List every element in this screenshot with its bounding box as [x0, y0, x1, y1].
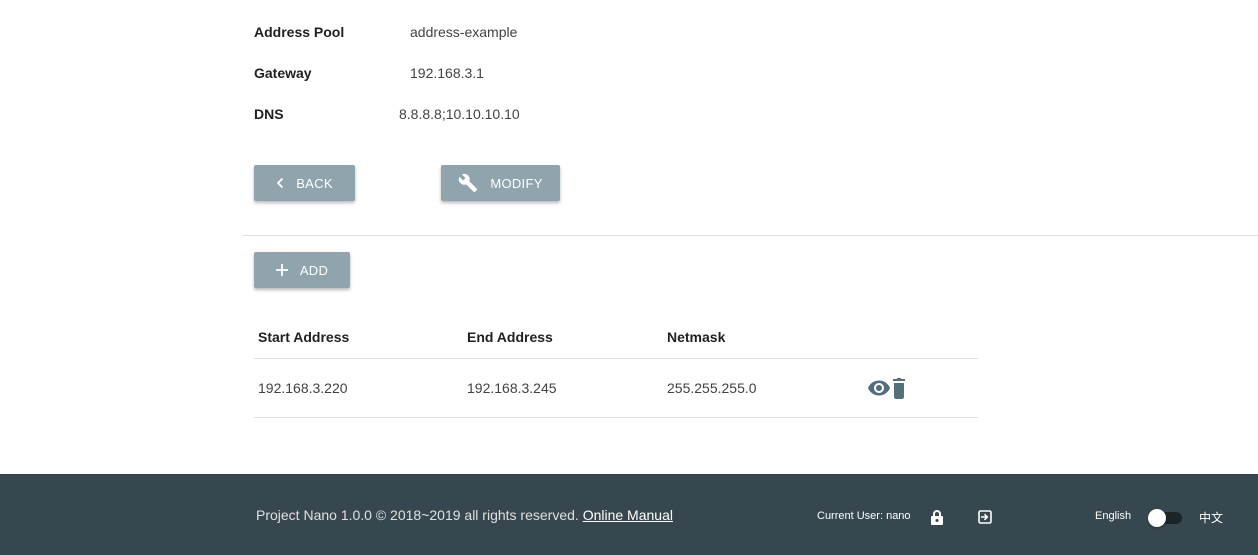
dns-row: DNS 8.8.8.8;10.10.10.10	[254, 104, 520, 124]
logout-icon[interactable]	[977, 509, 993, 530]
address-pool-label: Address Pool	[254, 24, 345, 40]
dns-label: DNS	[254, 106, 284, 122]
chevron-left-icon	[276, 177, 284, 189]
modify-button-label: MODIFY	[490, 175, 543, 191]
plus-icon	[275, 264, 288, 276]
modify-button[interactable]: MODIFY	[441, 165, 560, 201]
header-netmask: Netmask	[667, 329, 726, 345]
back-button-label: BACK	[296, 175, 333, 191]
cell-actions	[867, 376, 978, 400]
copyright-text: Project Nano 1.0.0 © 2018~2019 all right…	[256, 507, 673, 523]
language-toggle[interactable]	[1148, 509, 1184, 527]
table-header: Start Address End Address Netmask	[254, 316, 978, 359]
header-end-address: End Address	[467, 329, 553, 345]
copyright-label: Project Nano 1.0.0 © 2018~2019 all right…	[256, 507, 583, 523]
cell-end-address: 192.168.3.245	[467, 380, 557, 396]
language-toggle-thumb	[1148, 509, 1166, 527]
add-button[interactable]: ADD	[254, 252, 350, 288]
section-divider	[242, 235, 1258, 236]
dns-value: 8.8.8.8;10.10.10.10	[399, 106, 520, 122]
cell-start-address: 192.168.3.220	[258, 380, 348, 396]
online-manual-link[interactable]: Online Manual	[583, 507, 673, 523]
header-start-address: Start Address	[258, 329, 350, 345]
cell-netmask: 255.255.255.0	[667, 380, 757, 396]
address-pool-value: address-example	[410, 24, 518, 40]
current-user-label: Current User: nano	[817, 510, 911, 522]
gateway-value: 192.168.3.1	[410, 65, 484, 81]
gateway-row: Gateway 192.168.3.1	[254, 63, 484, 83]
eye-icon[interactable]	[867, 376, 891, 400]
address-pool-row: Address Pool address-example	[254, 22, 517, 42]
wrench-icon	[458, 173, 478, 193]
table-row: 192.168.3.220 192.168.3.245 255.255.255.…	[254, 359, 978, 418]
gateway-label: Gateway	[254, 65, 312, 81]
add-button-label: ADD	[299, 262, 329, 278]
back-button[interactable]: BACK	[254, 165, 355, 201]
address-range-table: Start Address End Address Netmask 192.16…	[254, 316, 978, 418]
lock-icon[interactable]	[930, 509, 944, 530]
trash-icon[interactable]	[891, 377, 907, 399]
language-english-label: English	[1095, 510, 1132, 522]
footer: Project Nano 1.0.0 © 2018~2019 all right…	[0, 474, 1258, 555]
language-chinese-label: 中文	[1199, 511, 1224, 525]
address-pool-detail-page: Address Pool address-example Gateway 192…	[0, 0, 1258, 555]
